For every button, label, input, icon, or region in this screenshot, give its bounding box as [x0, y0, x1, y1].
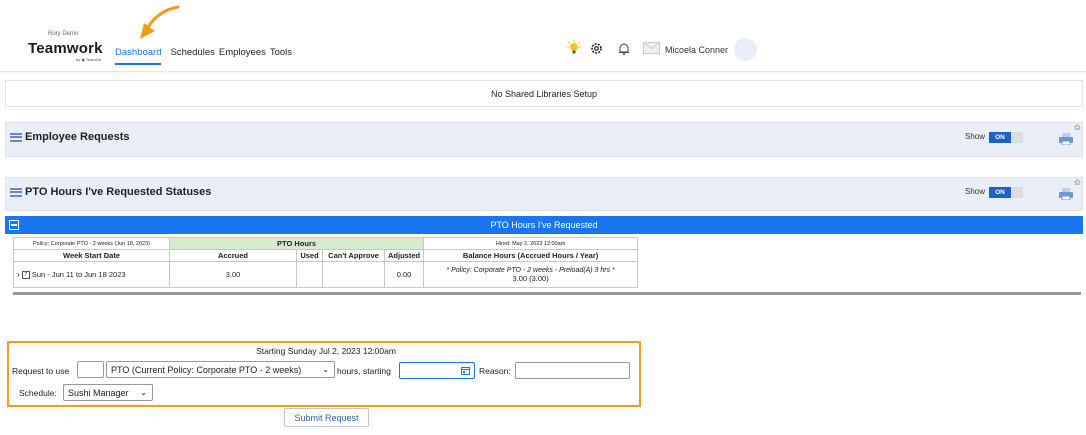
- col-cant-approve: Can't Approve: [322, 249, 385, 262]
- nav-tools[interactable]: Tools: [270, 47, 292, 65]
- brand-account-name: Rory Demo: [48, 31, 79, 37]
- employee-requests-panel: Employee Requests Show ON ✿: [5, 122, 1083, 157]
- avatar[interactable]: [734, 38, 757, 61]
- reason-label: Reason:: [479, 366, 511, 376]
- panel-title: PTO Hours I've Requested Statuses: [10, 186, 211, 198]
- mail-icon[interactable]: [642, 40, 660, 56]
- pto-policy-value: PTO (Current Policy: Corporate PTO - 2 w…: [111, 364, 302, 375]
- start-date-input[interactable]: [399, 362, 475, 379]
- panel-settings-icon[interactable]: ✿: [1074, 123, 1081, 132]
- toggle-on-label: ON: [989, 187, 1011, 198]
- show-toggle[interactable]: ON: [989, 132, 1023, 143]
- show-toggle[interactable]: ON: [989, 187, 1023, 198]
- hired-cell: Hired: May 2, 2023 12:00am: [423, 237, 639, 250]
- table-row: › 7 Sun - Jun 11 to Jun 18 2023 3.00 0.0…: [13, 261, 639, 288]
- pto-requested-title: PTO Hours I've Requested: [490, 220, 598, 230]
- shared-libraries-notice: No Shared Libraries Setup: [5, 80, 1083, 107]
- pto-hours-table: Policy: Corporate PTO - 2 weeks (Jun 18,…: [13, 237, 639, 288]
- brand-byline: by ◉ TeamOn: [76, 57, 101, 62]
- bell-icon[interactable]: [616, 40, 632, 56]
- pto-requested-header: PTO Hours I've Requested: [5, 216, 1083, 234]
- panel-settings-icon[interactable]: ✿: [1074, 178, 1081, 187]
- request-to-use-label: Request to use: [12, 366, 70, 376]
- adjusted-value: 0.00: [383, 261, 425, 288]
- expand-chevron-icon[interactable]: ›: [17, 270, 20, 279]
- teamwork-logo[interactable]: Teamwork: [28, 40, 103, 57]
- chevron-down-icon: ⌄: [322, 365, 329, 374]
- week-range: Sun - Jun 11 to Jun 18 2023: [31, 269, 126, 279]
- col-balance: Balance Hours (Accrued Hours / Year): [423, 249, 639, 262]
- toggle-on-label: ON: [989, 132, 1011, 143]
- drag-handle-icon[interactable]: [10, 132, 22, 142]
- collapse-icon[interactable]: [9, 220, 19, 230]
- col-accrued: Accrued: [169, 249, 297, 262]
- annotation-arrow-icon: [140, 5, 180, 39]
- submit-request-button[interactable]: Submit Request: [284, 408, 369, 427]
- balance-policy-note: * Policy: Corporate PTO - 2 weeks - Prel…: [446, 266, 615, 274]
- user-name[interactable]: Micoela Conner: [665, 45, 728, 55]
- panel-title: Employee Requests: [10, 131, 130, 143]
- balance-cell: * Policy: Corporate PTO - 2 weeks - Prel…: [423, 261, 639, 288]
- hours-starting-label: hours, starting: [337, 366, 391, 376]
- drag-handle-icon[interactable]: [10, 187, 22, 197]
- calendar-picker-icon[interactable]: [461, 366, 470, 375]
- pto-policy-select[interactable]: PTO (Current Policy: Corporate PTO - 2 w…: [106, 361, 335, 378]
- table-divider: [13, 292, 1081, 295]
- pto-request-form: Starting Sunday Jul 2, 2023 12:00am Requ…: [7, 341, 641, 407]
- top-header: Rory Demo Teamwork by ◉ TeamOn Dashboard…: [0, 0, 1086, 72]
- starting-date-label: Starting Sunday Jul 2, 2023 12:00am: [256, 346, 396, 356]
- calendar-icon[interactable]: 7: [21, 271, 30, 279]
- header-icons: [566, 40, 666, 56]
- pto-hours-header: PTO Hours: [168, 237, 425, 250]
- hours-input[interactable]: [77, 361, 104, 378]
- main-nav: Dashboard Schedules Employees Tools: [115, 47, 296, 65]
- cant-approve-value: [322, 261, 385, 288]
- show-label: Show: [965, 187, 986, 196]
- gear-icon[interactable]: [588, 40, 604, 56]
- col-adjusted: Adjusted: [383, 249, 425, 262]
- col-used: Used: [296, 249, 323, 262]
- reason-input[interactable]: [515, 362, 630, 379]
- nav-schedules[interactable]: Schedules: [170, 47, 214, 65]
- schedule-select[interactable]: Sushi Manager ⌄: [63, 384, 153, 401]
- schedule-value: Sushi Manager: [68, 387, 129, 398]
- balance-value: 3.00 (3.00): [512, 273, 549, 283]
- lightbulb-icon[interactable]: [566, 40, 582, 56]
- print-icon[interactable]: [1059, 133, 1073, 145]
- pto-statuses-title: PTO Hours I've Requested Statuses: [25, 186, 212, 198]
- col-week-start: Week Start Date: [13, 249, 170, 262]
- nav-dashboard[interactable]: Dashboard: [115, 47, 162, 65]
- used-value: [296, 261, 323, 288]
- show-label: Show: [965, 132, 986, 141]
- schedule-label: Schedule:: [19, 388, 57, 398]
- chevron-down-icon: ⌄: [140, 388, 147, 397]
- policy-cell: Policy: Corporate PTO - 2 weeks (Jun 18,…: [13, 237, 170, 250]
- employee-requests-title: Employee Requests: [25, 131, 130, 143]
- accrued-value: 3.00: [169, 261, 297, 288]
- nav-employees[interactable]: Employees: [219, 47, 266, 65]
- pto-statuses-panel: PTO Hours I've Requested Statuses Show O…: [5, 177, 1083, 211]
- week-cell: › 7 Sun - Jun 11 to Jun 18 2023: [13, 261, 170, 288]
- print-icon[interactable]: [1059, 188, 1073, 200]
